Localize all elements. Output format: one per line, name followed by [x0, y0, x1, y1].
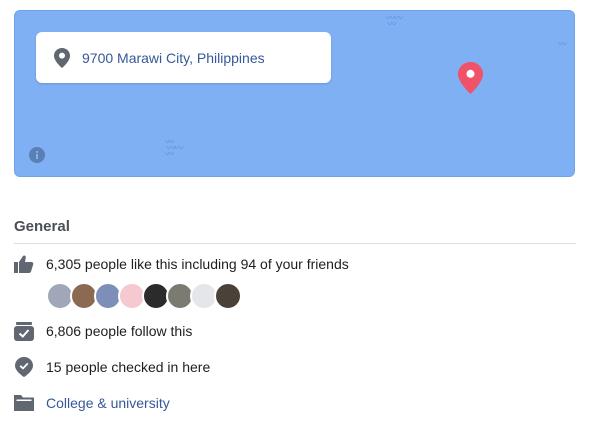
map-wave-decoration: 〰 〰〰〰: [165, 137, 183, 159]
address-text[interactable]: 9700 Marawi City, Philippines: [82, 50, 265, 66]
friends-avatars: [46, 282, 242, 310]
follows-text: 6,806 people follow this: [46, 323, 193, 339]
follow-check-icon: [14, 321, 34, 341]
folder-icon: [14, 393, 34, 413]
map-wave-decoration: 〰: [558, 39, 567, 49]
likes-text: 6,305 people like this including 94 of y…: [46, 256, 349, 272]
checkin-pin-icon: [14, 357, 34, 377]
category-row: College & university: [14, 393, 170, 413]
info-icon[interactable]: [29, 147, 45, 168]
friend-avatar[interactable]: [214, 282, 242, 310]
thumbs-up-icon: [14, 254, 34, 274]
checkins-text: 15 people checked in here: [46, 359, 211, 375]
likes-row: 6,305 people like this including 94 of y…: [14, 254, 349, 274]
section-title: General: [14, 218, 70, 235]
address-card[interactable]: 9700 Marawi City, Philippines: [36, 32, 331, 83]
divider: [14, 243, 576, 244]
map-marker-icon[interactable]: [458, 62, 483, 99]
location-pin-icon: [54, 47, 70, 68]
category-link[interactable]: College & university: [46, 395, 170, 411]
follows-row: 6,806 people follow this: [14, 321, 192, 341]
checkins-row: 15 people checked in here: [14, 357, 210, 377]
map-wave-decoration: 〰〰 〰: [386, 13, 403, 29]
map[interactable]: 〰〰 〰 〰 〰 〰〰〰 9700 Marawi City, Philippin…: [14, 10, 575, 177]
